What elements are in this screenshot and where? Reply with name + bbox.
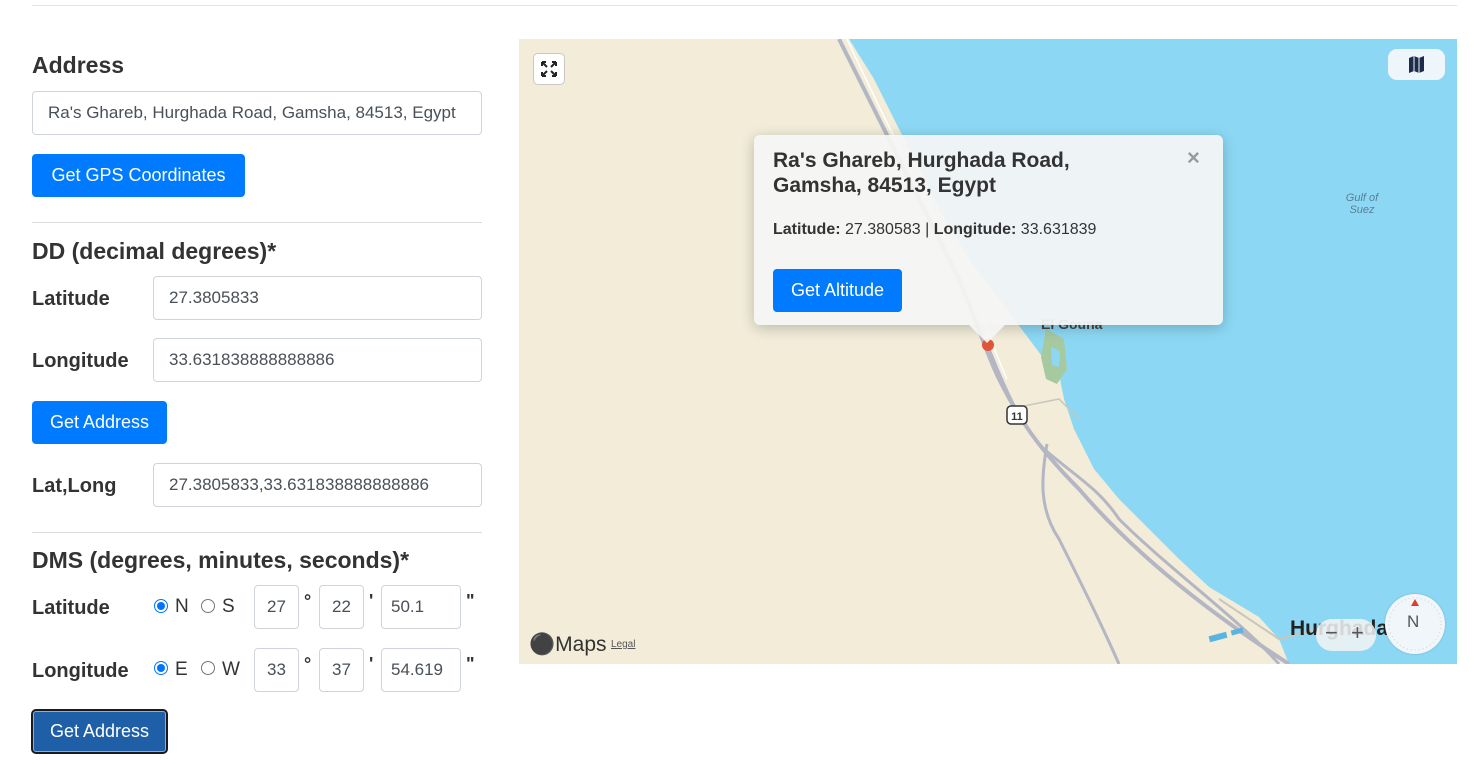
sea-area	[849, 39, 1457, 664]
popup-latitude-label: Latitude:	[773, 221, 841, 238]
map-icon	[1409, 56, 1424, 73]
degree-symbol: °	[304, 591, 312, 611]
expand-icon	[541, 61, 557, 77]
radio-east[interactable]	[154, 661, 168, 675]
legal-link[interactable]: Legal	[611, 639, 635, 650]
apple-maps-attribution: ⚫Maps	[529, 633, 607, 656]
radio-south-label: S	[222, 596, 235, 617]
popup-separator: |	[925, 221, 930, 238]
dd-longitude-input[interactable]: 33.631838888888886	[153, 338, 482, 382]
gulf-label: Gulf of Suez	[1345, 192, 1379, 216]
lat-degrees-input[interactable]: 27	[254, 585, 299, 629]
radio-south[interactable]	[201, 599, 215, 613]
dd-longitude-label: Longitude	[32, 350, 129, 372]
zoom-control: − +	[1316, 619, 1376, 651]
degree-symbol: °	[304, 654, 312, 674]
radio-east-label: E	[175, 659, 188, 680]
minute-symbol: '	[369, 654, 374, 674]
map-view[interactable]: 11 Gulf of Suez El Gouna Hurghada ⚫Maps …	[519, 39, 1457, 664]
dms-latitude-label: Latitude	[32, 597, 110, 619]
dms-longitude-label: Longitude	[32, 660, 129, 682]
radio-north[interactable]	[154, 599, 168, 613]
dd-heading: DD (decimal degrees)*	[32, 238, 277, 264]
popup-latitude-value: 27.380583	[845, 221, 921, 238]
zoom-in-button[interactable]: +	[1351, 620, 1364, 646]
top-divider	[32, 5, 1457, 6]
map-canvas: 11	[837, 39, 1457, 664]
address-heading: Address	[32, 52, 125, 78]
dd-get-address-button[interactable]: Get Address	[32, 401, 167, 444]
section-divider	[32, 222, 482, 223]
latlong-input[interactable]: 27.3805833,33.631838888888886	[153, 463, 482, 507]
dd-latitude-label: Latitude	[32, 288, 110, 310]
latlong-label: Lat,Long	[32, 475, 117, 497]
lat-minutes-input[interactable]: 22	[319, 585, 364, 629]
popup-title: Ra's Ghareb, Hurghada Road, Gamsha, 8451…	[773, 149, 1070, 197]
address-input[interactable]: Ra's Ghareb, Hurghada Road, Gamsha, 8451…	[32, 91, 482, 135]
location-popup: Ra's Ghareb, Hurghada Road, Gamsha, 8451…	[754, 135, 1223, 343]
apple-logo-icon: ⚫	[529, 633, 556, 656]
map-type-button[interactable]	[1388, 49, 1445, 80]
radio-west-label: W	[222, 659, 240, 680]
compass-control[interactable]: N	[1385, 594, 1445, 654]
section-divider	[32, 532, 482, 533]
route-shield-label: 11	[1011, 411, 1023, 423]
popup-close-button[interactable]: ×	[1187, 145, 1200, 171]
popup-longitude-label: Longitude:	[933, 221, 1017, 238]
radio-north-label: N	[175, 596, 189, 617]
second-symbol: "	[466, 654, 475, 674]
radio-west[interactable]	[201, 661, 215, 675]
popup-coordinates: Latitude: 27.380583 | Longitude: 33.6318…	[773, 221, 1096, 239]
lat-seconds-input[interactable]: 50.1	[381, 585, 461, 629]
get-gps-coordinates-button[interactable]: Get GPS Coordinates	[32, 154, 245, 197]
get-altitude-button[interactable]: Get Altitude	[773, 269, 902, 312]
compass-north-label: N	[1407, 612, 1420, 631]
second-symbol: "	[466, 591, 475, 611]
lon-degrees-input[interactable]: 33	[254, 648, 299, 692]
dd-latitude-input[interactable]: 27.3805833	[153, 276, 482, 320]
lon-seconds-input[interactable]: 54.619	[381, 648, 461, 692]
dms-heading: DMS (degrees, minutes, seconds)*	[32, 547, 410, 573]
lon-minutes-input[interactable]: 37	[319, 648, 364, 692]
popup-pointer	[969, 325, 1005, 343]
dms-get-address-button[interactable]: Get Address	[31, 709, 168, 754]
water-patch	[1208, 631, 1228, 643]
popup-longitude-value: 33.631839	[1020, 221, 1097, 238]
zoom-out-button[interactable]: −	[1325, 620, 1338, 646]
fullscreen-button[interactable]	[533, 53, 565, 85]
minute-symbol: '	[369, 591, 374, 611]
